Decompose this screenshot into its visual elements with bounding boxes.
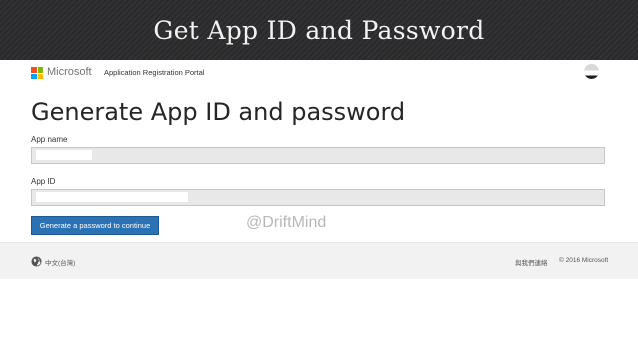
generate-password-button[interactable]: Generate a password to continue <box>31 216 159 235</box>
watermark-text: @DriftMind <box>246 214 327 231</box>
main-content: Generate App ID and password App name Ap… <box>0 89 638 242</box>
contact-us-link[interactable]: 與我們連絡 <box>515 257 548 267</box>
app-name-field[interactable] <box>31 147 605 164</box>
language-selector[interactable]: 中文(台灣) <box>45 257 75 267</box>
app-name-value <box>36 150 92 160</box>
app-id-field[interactable] <box>31 189 605 206</box>
portal-name-link[interactable]: Application Registration Portal <box>104 68 204 77</box>
slide-title: Get App ID and Password <box>153 15 485 45</box>
page-title: Generate App ID and password <box>31 98 406 126</box>
page-footer: 中文(台灣) 與我們連絡 © 2016 Microsoft <box>0 242 638 279</box>
app-name-label: App name <box>31 135 68 144</box>
slide-banner: Get App ID and Password <box>0 0 638 60</box>
user-avatar-icon[interactable] <box>584 64 599 79</box>
microsoft-logo-icon[interactable] <box>31 67 43 79</box>
copyright-text: © 2016 Microsoft <box>559 257 609 264</box>
app-id-label: App ID <box>31 177 56 186</box>
portal-header: Microsoft Application Registration Porta… <box>0 60 638 90</box>
microsoft-wordmark[interactable]: Microsoft <box>47 66 92 78</box>
app-id-value <box>36 192 188 202</box>
globe-icon[interactable] <box>31 256 42 267</box>
